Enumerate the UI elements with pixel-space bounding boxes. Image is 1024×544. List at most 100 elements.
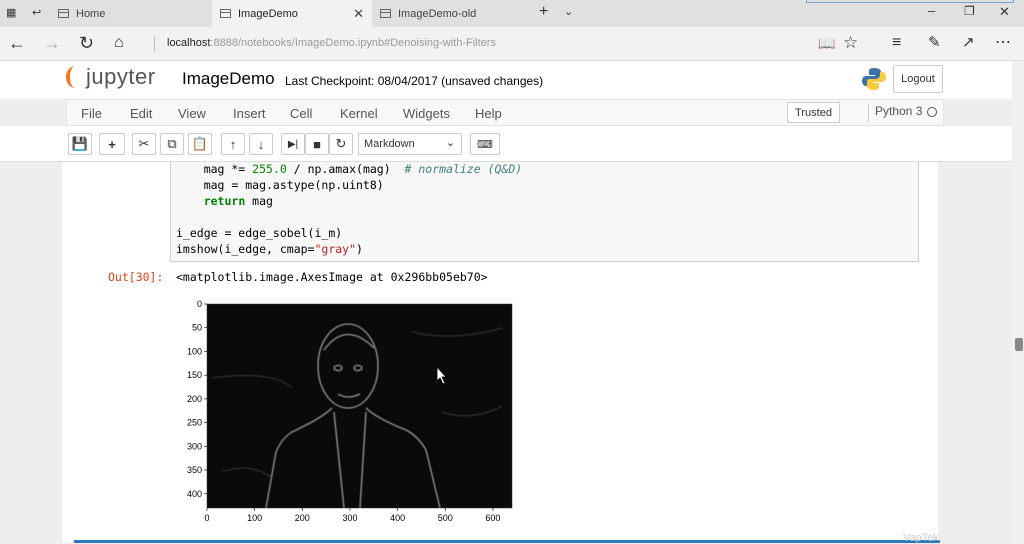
notebook-page: mag *= 255.0 / np.amax(mag) # normalize … xyxy=(0,162,1012,543)
notes-pen-icon[interactable]: ✎ xyxy=(928,33,941,53)
reading-view-icon[interactable]: 📖 xyxy=(818,33,835,53)
share-icon[interactable]: ↗ xyxy=(962,33,975,53)
y-tick-label: 350 xyxy=(187,465,202,475)
restore-icon[interactable]: ❐ xyxy=(964,4,975,18)
code-keyword: return xyxy=(203,194,246,208)
address-bar-row: ← → ↻ ⌂ localhost:8888/notebooks/ImageDe… xyxy=(0,27,1024,61)
y-tick-label: 0 xyxy=(197,299,202,309)
back-icon[interactable]: ← xyxy=(8,33,26,53)
code-line: i_edge = edge_sobel(i_m) xyxy=(176,226,342,240)
y-tick-label: 300 xyxy=(187,441,202,451)
x-tick-label: 400 xyxy=(390,513,405,523)
window-edge xyxy=(806,0,1014,3)
y-tick-label: 250 xyxy=(187,418,202,428)
tab-label: ImageDemo xyxy=(238,7,298,20)
minimize-icon[interactable]: – xyxy=(928,3,935,18)
copy-icon[interactable]: ⧉ xyxy=(160,133,184,155)
tab-label: Home xyxy=(76,7,106,20)
jupyter-logo[interactable]: jupyter xyxy=(66,64,156,90)
code-text: mag xyxy=(245,194,273,208)
edge-image-plot: 0 100 200 300 400 500 600 0 50 100 150 200 250 300 35… xyxy=(187,299,513,523)
menu-insert[interactable]: Insert xyxy=(233,106,266,121)
save-icon[interactable]: 💾 xyxy=(68,133,92,155)
code-cell[interactable]: mag *= 255.0 / np.amax(mag) # normalize … xyxy=(170,162,919,262)
notebook-title[interactable]: ImageDemo xyxy=(182,69,275,89)
close-window-icon[interactable]: ✕ xyxy=(999,4,1010,20)
hub-icon[interactable]: ≡ xyxy=(892,33,901,53)
y-tick-label: 200 xyxy=(187,394,202,404)
output-text: <matplotlib.image.AxesImage at 0x296bb05… xyxy=(176,270,488,284)
divider xyxy=(154,36,155,52)
notebook-toolbar: 💾 + ✂ ⧉ 📋 ↑ ↓ ▶| ■ ↻ Markdown ⌄ ⌨ xyxy=(0,126,1024,162)
tab-label: ImageDemo-old xyxy=(398,7,477,20)
new-tab-icon[interactable]: + xyxy=(539,3,548,21)
run-icon[interactable]: ▶| xyxy=(281,133,305,155)
y-ticks: 0 50 100 150 200 250 300 350 400 xyxy=(187,299,207,499)
x-tick-label: 300 xyxy=(342,513,357,523)
python-logo-icon xyxy=(862,68,886,90)
url-host: localhost xyxy=(167,37,211,49)
page-icon xyxy=(220,9,231,18)
code-number: 255.0 xyxy=(252,162,287,176)
tab-home[interactable]: Home xyxy=(52,0,212,27)
page-icon xyxy=(380,9,391,18)
interrupt-icon[interactable]: ■ xyxy=(305,133,329,155)
page-scrollbar[interactable] xyxy=(1012,61,1024,543)
url-path: :8888/notebooks/ImageDemo.ipynb#Denoisin… xyxy=(210,37,496,49)
tab-imagedemo[interactable]: ImageDemo ✕ xyxy=(212,0,372,27)
x-tick-label: 100 xyxy=(247,513,262,523)
cell-type-select[interactable]: Markdown ⌄ xyxy=(358,133,462,155)
code-text: mag = mag.astype(np.uint8) xyxy=(176,178,384,192)
tab-imagedemo-old[interactable]: ImageDemo-old xyxy=(374,0,530,27)
y-tick-label: 100 xyxy=(187,346,202,356)
code-comment: # normalize (Q&D) xyxy=(404,162,523,176)
menu-kernel[interactable]: Kernel xyxy=(340,106,378,121)
close-tab-icon[interactable]: ✕ xyxy=(353,6,364,22)
menu-file[interactable]: File xyxy=(81,106,102,121)
move-down-icon[interactable]: ↓ xyxy=(249,133,273,155)
paste-icon[interactable]: 📋 xyxy=(188,133,212,155)
logo-text: jupyter xyxy=(86,64,156,89)
tab-list-chevron-icon[interactable]: ⌄ xyxy=(564,5,573,18)
watermark: VapTek xyxy=(903,532,939,544)
x-tick-label: 0 xyxy=(204,513,209,523)
jupyter-header: jupyter ImageDemo Last Checkpoint: 08/04… xyxy=(0,61,1024,99)
forward-icon[interactable]: → xyxy=(43,33,61,53)
menu-cell[interactable]: Cell xyxy=(290,106,312,121)
code-line: imshow(i_edge, cmap="gray") xyxy=(176,242,363,256)
url-field[interactable]: localhost:8888/notebooks/ImageDemo.ipynb… xyxy=(167,37,496,49)
more-icon[interactable]: ⋯ xyxy=(995,33,1011,53)
code-text: / np.amax(mag) xyxy=(286,162,405,176)
y-tick-label: 400 xyxy=(187,489,202,499)
menu-view[interactable]: View xyxy=(178,106,206,121)
logout-button[interactable]: Logout xyxy=(893,65,943,93)
code-text: ) xyxy=(356,242,363,256)
page-icon xyxy=(58,9,69,18)
browser-tab-bar: ▦ ↩ Home ImageDemo ✕ ImageDemo-old + ⌄ –… xyxy=(0,0,1024,27)
code-text: imshow(i_edge, cmap= xyxy=(176,242,315,256)
keyboard-icon[interactable]: ⌨ xyxy=(470,133,500,155)
menu-edit[interactable]: Edit xyxy=(130,106,152,121)
scrollbar-thumb[interactable] xyxy=(1015,338,1023,351)
favorite-star-icon[interactable]: ☆ xyxy=(843,33,858,53)
set-aside-tabs-icon[interactable]: ↩ xyxy=(32,6,41,19)
menu-help[interactable]: Help xyxy=(475,106,502,121)
code-text: mag *= xyxy=(176,162,253,176)
move-up-icon[interactable]: ↑ xyxy=(221,133,245,155)
refresh-icon[interactable]: ↻ xyxy=(79,33,94,53)
tab-actions-icon[interactable]: ▦ xyxy=(6,6,16,19)
kernel-name: Python 3 xyxy=(868,104,922,122)
kernel-idle-icon xyxy=(927,107,937,117)
notebook-menubar: File Edit View Insert Cell Kernel Widget… xyxy=(66,99,944,126)
chevron-down-icon: ⌄ xyxy=(445,137,455,149)
x-ticks: 0 100 200 300 400 500 600 xyxy=(204,508,500,523)
menu-widgets[interactable]: Widgets xyxy=(403,106,450,121)
insert-cell-icon[interactable]: + xyxy=(99,133,125,155)
x-tick-label: 600 xyxy=(485,513,500,523)
home-icon[interactable]: ⌂ xyxy=(114,33,124,53)
trusted-indicator[interactable]: Trusted xyxy=(787,102,840,123)
restart-icon[interactable]: ↻ xyxy=(329,133,353,155)
cut-icon[interactable]: ✂ xyxy=(132,133,156,155)
y-tick-label: 50 xyxy=(192,323,202,333)
